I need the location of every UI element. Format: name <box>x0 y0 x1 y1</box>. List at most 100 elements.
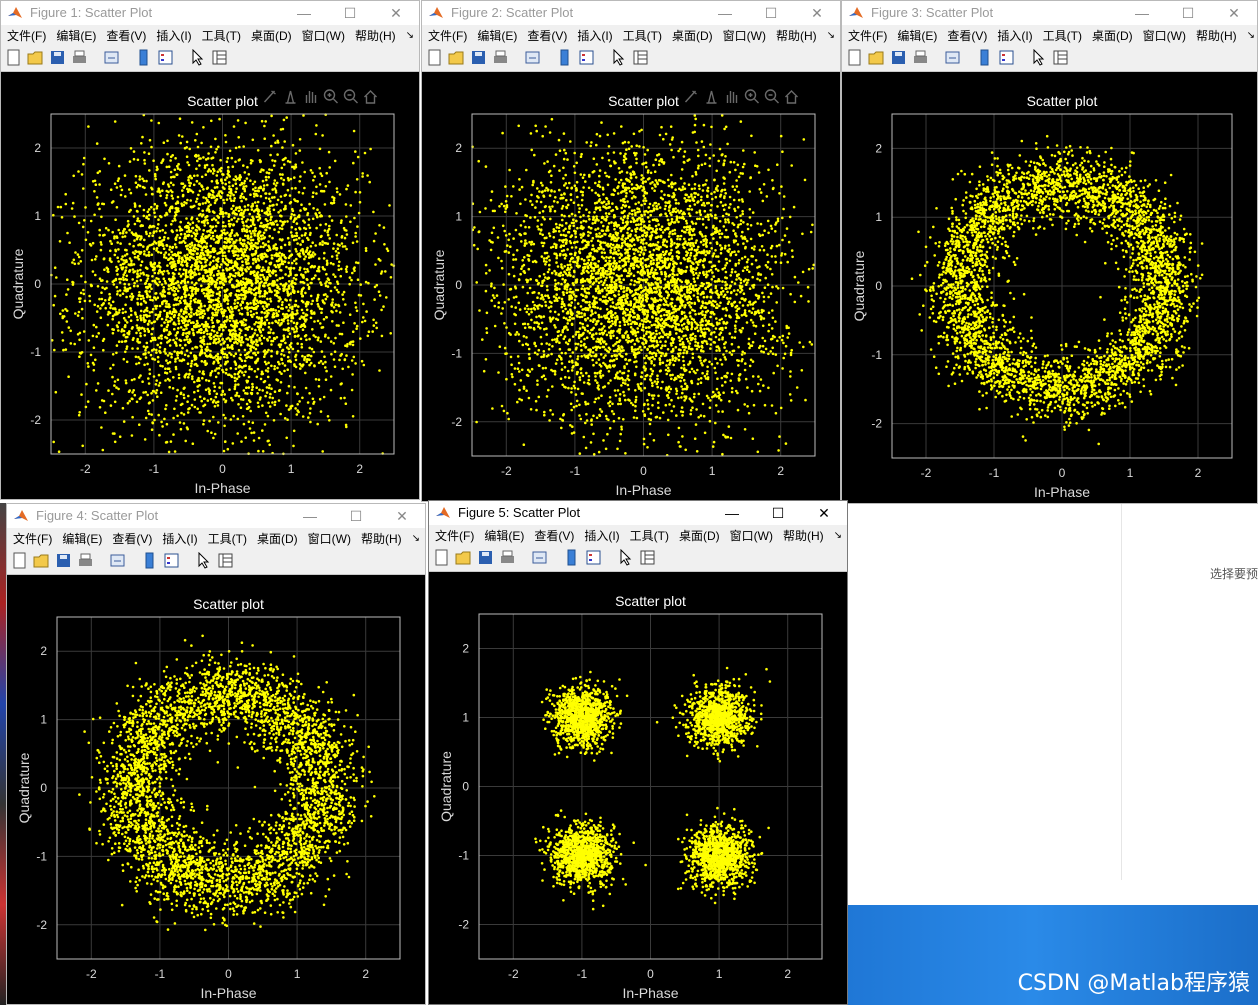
scatter-point <box>324 222 328 226</box>
scatter-point <box>377 257 381 261</box>
menu-item-2[interactable]: 查看(V) <box>106 27 146 44</box>
zoom-out-icon[interactable] <box>343 89 358 104</box>
scatter-point <box>203 253 206 257</box>
scatter-point <box>178 255 181 258</box>
home-icon[interactable] <box>364 90 377 104</box>
scatter-point <box>124 278 127 281</box>
menu-item-7[interactable]: 帮助(H) <box>776 27 817 44</box>
menu-item-4[interactable]: 工具(T) <box>623 27 662 44</box>
menu-item-6[interactable]: 窗口(W) <box>723 27 766 44</box>
menu-item-3[interactable]: 插入(I) <box>577 27 612 44</box>
close-button[interactable]: ✕ <box>373 1 419 25</box>
scatter-point <box>191 226 194 230</box>
scatter-point <box>242 195 245 199</box>
scatter-point <box>252 210 256 213</box>
scatter-point <box>288 194 292 197</box>
title-bar[interactable]: Figure 1: Scatter Plot — ☐ ✕ <box>1 1 419 25</box>
menu-overflow-icon[interactable]: ↘ <box>406 30 414 41</box>
scatter-point <box>213 389 216 393</box>
open-file-icon[interactable] <box>27 49 44 66</box>
scatter-chart[interactable]: -2 -1 0 1 2-2-1012Scatter plotIn-PhaseQuadra… <box>422 72 840 501</box>
menu-item-7[interactable]: 帮助(H) <box>355 27 396 44</box>
scatter-point <box>140 236 143 240</box>
data-tips-icon[interactable] <box>285 90 296 104</box>
close-button[interactable]: ✕ <box>794 1 840 25</box>
scatter-chart[interactable]: -2 -1 0 1 2-2-1012Scatter plotIn-PhaseQuadra… <box>1 72 419 499</box>
scatter-point <box>129 307 132 310</box>
scatter-point <box>670 248 673 252</box>
menu-item-1[interactable]: 编辑(E) <box>477 27 517 44</box>
window-controls: — ☐ ✕ <box>702 1 840 25</box>
scatter-point <box>552 236 556 239</box>
scatter-point <box>198 395 202 399</box>
maximize-button[interactable]: ☐ <box>327 1 373 25</box>
colorbar-icon[interactable] <box>135 49 152 66</box>
colorbar-icon[interactable] <box>556 49 573 66</box>
menu-item-1[interactable]: 编辑(E) <box>56 27 96 44</box>
scatter-point <box>478 210 482 214</box>
save-icon[interactable] <box>470 49 487 66</box>
pointer-icon[interactable] <box>189 49 206 66</box>
scatter-point <box>300 273 303 276</box>
menu-item-0[interactable]: 文件(F) <box>7 27 46 44</box>
menu-overflow-icon[interactable]: ↘ <box>827 30 835 41</box>
scatter-point <box>300 342 304 346</box>
new-figure-icon[interactable] <box>426 49 443 66</box>
scatter-point <box>289 231 293 234</box>
scatter-point <box>139 332 142 335</box>
print-icon[interactable] <box>492 49 509 66</box>
scatter-point <box>157 218 160 221</box>
scatter-point <box>252 340 256 344</box>
scatter-point <box>208 342 212 346</box>
pointer-icon[interactable] <box>610 49 627 66</box>
menu-item-5[interactable]: 桌面(D) <box>672 27 713 44</box>
scatter-point <box>523 256 526 259</box>
scatter-point <box>366 334 370 338</box>
menu-item-3[interactable]: 插入(I) <box>156 27 191 44</box>
scatter-point <box>328 166 332 169</box>
scatter-point <box>235 377 239 381</box>
scatter-point <box>141 326 144 330</box>
scatter-point <box>158 433 161 437</box>
scatter-point <box>111 432 115 435</box>
link-icon[interactable] <box>524 49 541 66</box>
scatter-point <box>270 256 274 260</box>
minimize-button[interactable]: — <box>281 1 327 25</box>
property-editor-icon[interactable] <box>632 49 649 66</box>
title-bar[interactable]: Figure 2: Scatter Plot — ☐ ✕ <box>422 1 840 25</box>
scatter-point <box>326 285 330 288</box>
scatter-point <box>334 336 337 340</box>
legend-icon[interactable] <box>578 49 595 66</box>
new-figure-icon[interactable] <box>5 49 22 66</box>
print-icon[interactable] <box>71 49 88 66</box>
save-icon[interactable] <box>49 49 66 66</box>
pan-icon[interactable] <box>305 91 317 103</box>
scatter-point <box>323 251 326 255</box>
property-editor-icon[interactable] <box>211 49 228 66</box>
scatter-point <box>138 291 141 294</box>
menu-item-2[interactable]: 查看(V) <box>527 27 567 44</box>
zoom-in-icon[interactable] <box>323 89 338 104</box>
brush-icon[interactable] <box>263 90 276 103</box>
figure-window-1[interactable]: Figure 1: Scatter Plot — ☐ ✕ 文件(F) 编辑(E) 查看(V)… <box>0 0 420 500</box>
scatter-point <box>267 439 270 443</box>
scatter-point <box>356 261 360 265</box>
scatter-point <box>153 211 156 214</box>
minimize-button[interactable]: — <box>702 1 748 25</box>
menu-item-4[interactable]: 工具(T) <box>202 27 241 44</box>
scatter-point <box>164 231 167 235</box>
scatter-point <box>692 294 696 297</box>
scatter-point <box>264 192 268 195</box>
link-icon[interactable] <box>103 49 120 66</box>
scatter-point <box>200 237 203 241</box>
legend-icon[interactable] <box>157 49 174 66</box>
open-file-icon[interactable] <box>448 49 465 66</box>
maximize-button[interactable]: ☐ <box>748 1 794 25</box>
menu-item-0[interactable]: 文件(F) <box>428 27 467 44</box>
menu-item-5[interactable]: 桌面(D) <box>251 27 292 44</box>
scatter-point <box>197 310 200 313</box>
scatter-point <box>135 324 139 327</box>
menu-item-6[interactable]: 窗口(W) <box>302 27 345 44</box>
scatter-point <box>378 224 381 227</box>
figure-window-2[interactable]: Figure 2: Scatter Plot — ☐ ✕ 文件(F) 编辑(E) 查看(V)… <box>421 0 841 502</box>
